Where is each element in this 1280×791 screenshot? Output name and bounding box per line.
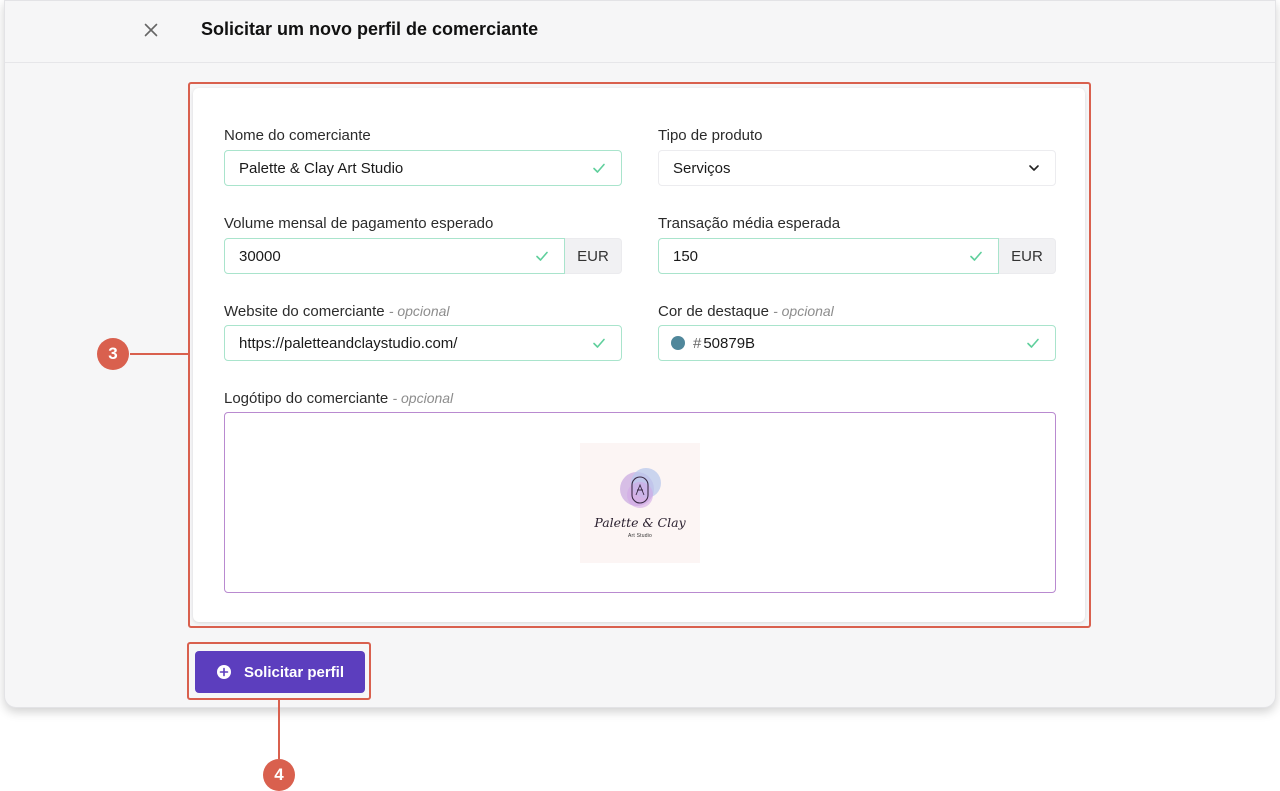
plus-circle-icon <box>216 665 231 679</box>
screenshot-stage: Solicitar um novo perfil de comerciante … <box>0 0 1280 791</box>
modal-header: Solicitar um novo perfil de comerciante <box>5 1 1275 63</box>
check-icon <box>593 338 605 348</box>
hash-prefix: # <box>693 334 702 352</box>
request-merchant-profile-modal: Solicitar um novo perfil de comerciante … <box>4 0 1276 708</box>
check-icon <box>1027 338 1039 348</box>
close-button[interactable] <box>139 18 163 42</box>
merchant-name-input[interactable]: Palette & Clay Art Studio <box>224 150 622 186</box>
close-icon <box>144 23 158 37</box>
chevron-down-icon <box>1029 165 1039 171</box>
logo-label-text: Logótipo do comerciante <box>224 390 389 407</box>
optional-hint: - opcional <box>392 390 454 406</box>
monthly-volume-input[interactable]: 30000 <box>224 238 565 274</box>
highlight-color-input[interactable]: # 50879B <box>658 325 1056 361</box>
check-icon <box>970 251 982 261</box>
website-input[interactable]: https://paletteandclaystudio.com/ <box>224 325 622 361</box>
step-marker-4: 4 <box>263 759 295 791</box>
merchant-name-label-text: Nome do comerciante <box>224 127 371 144</box>
product-type-label: Tipo de produto <box>658 127 763 144</box>
website-value: https://paletteandclaystudio.com/ <box>239 334 458 352</box>
palette-logo-icon <box>620 468 661 508</box>
connector-line-3 <box>130 353 188 355</box>
avg-transaction-label-text: Transação média esperada <box>658 215 841 232</box>
optional-hint: - opcional <box>388 303 450 319</box>
product-type-value: Serviços <box>673 159 731 177</box>
merchant-name-value: Palette & Clay Art Studio <box>239 159 404 177</box>
product-type-select[interactable]: Serviços <box>658 150 1056 186</box>
check-icon <box>536 251 548 261</box>
connector-line-4 <box>278 700 280 759</box>
optional-hint: - opcional <box>773 303 834 319</box>
avg-transaction-label: Transação média esperada <box>658 215 840 232</box>
merchant-name-label: Nome do comerciante <box>224 127 371 144</box>
highlight-color-label: Cor de destaque - opcional <box>658 303 834 320</box>
highlight-color-value: 50879B <box>703 334 756 352</box>
avg-transaction-input[interactable]: 150 <box>658 238 999 274</box>
avg-transaction-currency: EUR <box>999 238 1056 274</box>
website-label-text: Website do comerciante <box>224 303 385 320</box>
color-swatch[interactable] <box>671 336 685 350</box>
logo-label: Logótipo do comerciante - opcional <box>224 390 453 407</box>
website-label: Website do comerciante - opcional <box>224 303 450 320</box>
check-icon <box>593 163 605 173</box>
logo-brand-name: Palette & Clay <box>594 515 686 530</box>
request-profile-label: Solicitar perfil <box>243 663 345 681</box>
product-type-label-text: Tipo de produto <box>658 127 763 144</box>
avg-transaction-value: 150 <box>673 247 699 265</box>
logo-brand-sub: Art Studio <box>628 533 652 539</box>
step-marker-3: 3 <box>97 338 129 370</box>
monthly-volume-label: Volume mensal de pagamento esperado <box>224 215 493 232</box>
monthly-volume-currency: EUR <box>565 238 622 274</box>
monthly-volume-value: 30000 <box>239 247 281 265</box>
monthly-volume-label-text: Volume mensal de pagamento esperado <box>224 215 494 232</box>
request-profile-button[interactable]: Solicitar perfil <box>195 651 365 693</box>
logo-dropzone[interactable]: Palette & Clay Art Studio <box>224 412 1056 593</box>
highlight-color-label-text: Cor de destaque <box>658 303 769 320</box>
modal-title: Solicitar um novo perfil de comerciante <box>201 19 539 39</box>
merchant-logo-image: Palette & Clay Art Studio <box>580 443 700 563</box>
merchant-form-card: Nome do comerciante Palette & Clay Art S… <box>193 88 1085 622</box>
